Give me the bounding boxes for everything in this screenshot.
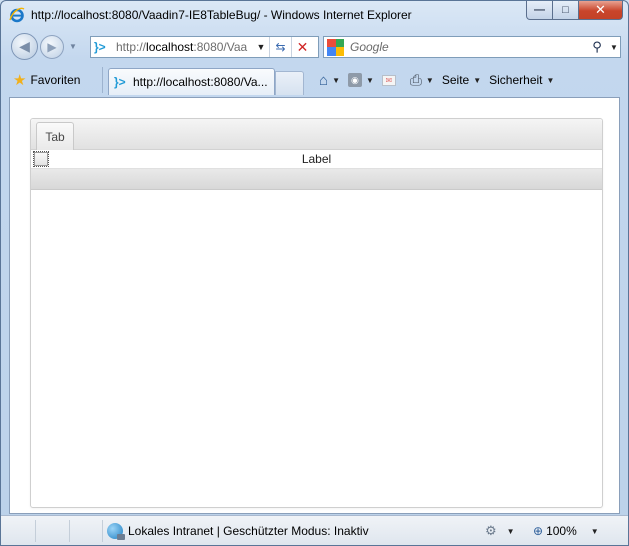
status-bar: Lokales Intranet | Geschützter Modus: In… xyxy=(1,515,628,545)
browser-window: http://localhost:8080/Vaadin7-IE8TableBu… xyxy=(0,0,629,546)
zoom-control[interactable]: ⊕ 100% ▼ xyxy=(533,520,607,542)
page-favicon-icon: }> xyxy=(94,40,106,54)
protected-mode-toggle[interactable]: ⚙ ▼ xyxy=(485,520,523,542)
feeds-dropdown-icon[interactable]: ▼ xyxy=(366,76,374,85)
navigation-bar: ◀ ▶ ▼ }> http://localhost:8080/Vaa ▼ ⇆ ✕… xyxy=(1,29,628,63)
address-dropdown-icon[interactable]: ▼ xyxy=(253,37,269,57)
print-icon[interactable]: ⎙ xyxy=(410,71,422,89)
refresh-icon[interactable]: ⇆ xyxy=(269,37,291,57)
security-zone-text: Lokales Intranet | Geschützter Modus: In… xyxy=(128,524,369,538)
feeds-icon[interactable]: ◉ xyxy=(347,73,362,87)
forward-button[interactable]: ▶ xyxy=(40,35,64,59)
zoom-icon: ⊕ xyxy=(533,524,544,538)
address-input[interactable]: http://localhost:8080/Vaa xyxy=(116,40,253,54)
zoom-dropdown-icon[interactable]: ▼ xyxy=(591,527,599,536)
browser-tab-label: http://localhost:8080/Va... xyxy=(133,75,268,89)
search-bar[interactable]: Google ⚲ ▼ xyxy=(323,36,621,58)
zoom-level: 100% xyxy=(546,524,577,538)
window-title: http://localhost:8080/Vaadin7-IE8TableBu… xyxy=(31,8,412,22)
title-bar: http://localhost:8080/Vaadin7-IE8TableBu… xyxy=(1,1,628,29)
table-row[interactable]: Label xyxy=(31,150,602,169)
search-options-dropdown-icon[interactable]: ▼ xyxy=(608,37,620,57)
security-menu-button[interactable]: Sicherheit xyxy=(489,73,542,87)
browser-tab[interactable]: }> http://localhost:8080/Va... xyxy=(108,68,275,95)
status-divider xyxy=(69,520,70,542)
new-tab-button[interactable] xyxy=(275,71,304,95)
tab-favicon-icon: }> xyxy=(114,75,126,89)
internet-explorer-icon xyxy=(9,7,25,23)
stop-icon[interactable]: ✕ xyxy=(291,37,313,57)
tabsheet: Tab Label xyxy=(30,118,603,508)
table-footer xyxy=(31,169,602,190)
search-icon[interactable]: ⚲ xyxy=(586,37,608,57)
favorites-button[interactable]: ★ Favoriten xyxy=(13,69,80,91)
page-menu-dropdown-icon[interactable]: ▼ xyxy=(473,76,481,85)
minimize-button[interactable]: — xyxy=(526,1,553,20)
status-divider xyxy=(102,520,103,542)
protected-mode-dropdown-icon[interactable]: ▼ xyxy=(507,527,515,536)
intranet-zone-icon xyxy=(107,523,125,540)
tabsheet-tabbar: Tab xyxy=(31,119,602,150)
page-viewport: Tab Label xyxy=(9,97,620,514)
tab-tab[interactable]: Tab xyxy=(36,122,74,150)
page-menu-button[interactable]: Seite xyxy=(442,73,469,87)
print-dropdown-icon[interactable]: ▼ xyxy=(426,76,434,85)
recent-pages-dropdown-icon[interactable]: ▼ xyxy=(69,42,78,51)
address-bar[interactable]: }> http://localhost:8080/Vaa ▼ ⇆ ✕ xyxy=(90,36,319,58)
maximize-button[interactable]: □ xyxy=(553,1,579,20)
back-button[interactable]: ◀ xyxy=(11,33,38,60)
command-bar: ★ Favoriten }> http://localhost:8080/Va.… xyxy=(1,65,628,95)
command-icons: ⌂ ▼ ◉ ▼ ✉ ⎙ ▼ Seite ▼ Sicherheit ▼ xyxy=(319,70,562,90)
home-dropdown-icon[interactable]: ▼ xyxy=(332,76,340,85)
security-zone[interactable]: Lokales Intranet | Geschützter Modus: In… xyxy=(107,520,369,542)
close-window-button[interactable]: ✕ xyxy=(579,1,623,20)
divider xyxy=(102,67,103,93)
security-menu-dropdown-icon[interactable]: ▼ xyxy=(547,76,555,85)
star-icon: ★ xyxy=(13,72,27,89)
row-label: Label xyxy=(301,152,332,166)
google-logo-icon xyxy=(327,38,344,56)
status-divider xyxy=(35,520,36,542)
mail-icon[interactable]: ✉ xyxy=(381,74,396,86)
home-icon[interactable]: ⌂ xyxy=(319,71,328,89)
caption-buttons: — □ ✕ xyxy=(526,1,623,20)
protected-mode-icon: ⚙ xyxy=(485,523,497,538)
search-input[interactable]: Google xyxy=(350,40,586,54)
favorites-label: Favoriten xyxy=(30,73,81,87)
